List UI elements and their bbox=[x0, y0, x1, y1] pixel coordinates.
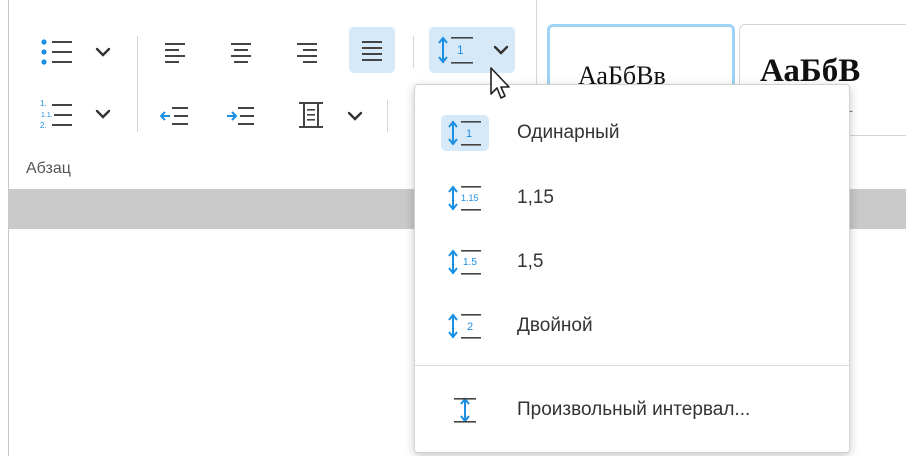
menu-item-label: Одинарный bbox=[517, 122, 620, 143]
numbered-list-dropdown-button[interactable] bbox=[91, 102, 115, 126]
chevron-down-icon bbox=[95, 109, 111, 119]
align-center-icon bbox=[231, 43, 251, 63]
line-spacing-icon: 1 bbox=[438, 36, 473, 64]
paragraph-borders-icon bbox=[299, 102, 323, 128]
line-spacing-menu: 1 Одинарный 1.15 1,15 1.5 1,5 2 Двойной … bbox=[414, 84, 850, 453]
align-right-button[interactable] bbox=[287, 34, 327, 70]
numbered-list-button[interactable]: 1. 1.1. 2. bbox=[31, 96, 83, 132]
line-spacing-1-15-icon: 1.15 bbox=[441, 180, 489, 216]
line-spacing-value: 1 bbox=[457, 43, 464, 57]
align-center-button[interactable] bbox=[221, 34, 261, 70]
menu-item-1-15[interactable]: 1.15 1,15 bbox=[415, 170, 849, 226]
menu-item-single[interactable]: 1 Одинарный bbox=[415, 105, 849, 161]
paragraph-borders-button[interactable] bbox=[291, 96, 331, 134]
align-right-icon bbox=[297, 43, 317, 63]
chevron-down-icon bbox=[493, 45, 509, 55]
menu-item-label: 1,5 bbox=[517, 251, 544, 272]
menu-item-1-5[interactable]: 1.5 1,5 bbox=[415, 234, 849, 290]
align-justify-button[interactable] bbox=[349, 27, 395, 73]
paragraph-borders-dropdown-button[interactable] bbox=[343, 104, 367, 128]
mouse-cursor-icon bbox=[490, 67, 510, 99]
menu-item-double[interactable]: 2 Двойной bbox=[415, 298, 849, 354]
line-spacing-single-icon: 1 bbox=[441, 115, 489, 151]
menu-item-label: Двойной bbox=[517, 315, 593, 336]
menu-item-custom-spacing[interactable]: Произвольный интервал... bbox=[415, 382, 849, 438]
line-spacing-1-5-icon: 1.5 bbox=[441, 244, 489, 280]
svg-text:1.1.: 1.1. bbox=[41, 112, 53, 119]
line-spacing-custom-icon bbox=[441, 392, 489, 428]
menu-item-label: 1,15 bbox=[517, 187, 554, 208]
menu-divider bbox=[415, 365, 849, 366]
chevron-down-icon bbox=[95, 47, 111, 57]
decrease-indent-icon bbox=[160, 107, 188, 125]
line-spacing-double-icon: 2 bbox=[441, 308, 489, 344]
svg-text:1.5: 1.5 bbox=[463, 257, 477, 268]
paragraph-group-label: Абзац bbox=[26, 160, 71, 177]
bulleted-list-icon bbox=[41, 39, 72, 65]
chevron-down-icon bbox=[347, 111, 363, 121]
increase-indent-icon bbox=[227, 107, 254, 125]
svg-text:1: 1 bbox=[466, 128, 472, 140]
numbered-list-icon: 1. 1.1. 2. bbox=[40, 99, 72, 130]
align-left-icon bbox=[165, 43, 185, 63]
svg-text:2.: 2. bbox=[40, 121, 47, 130]
increase-indent-button[interactable] bbox=[221, 98, 261, 134]
bulleted-list-dropdown-button[interactable] bbox=[91, 40, 115, 64]
align-justify-icon bbox=[362, 41, 382, 61]
menu-item-label: Произвольный интервал... bbox=[517, 399, 751, 420]
svg-text:2: 2 bbox=[467, 321, 473, 333]
svg-text:1.: 1. bbox=[40, 99, 47, 108]
decrease-indent-button[interactable] bbox=[155, 98, 195, 134]
svg-text:1.15: 1.15 bbox=[461, 193, 479, 203]
align-left-button[interactable] bbox=[155, 34, 195, 70]
bulleted-list-button[interactable] bbox=[31, 34, 83, 70]
